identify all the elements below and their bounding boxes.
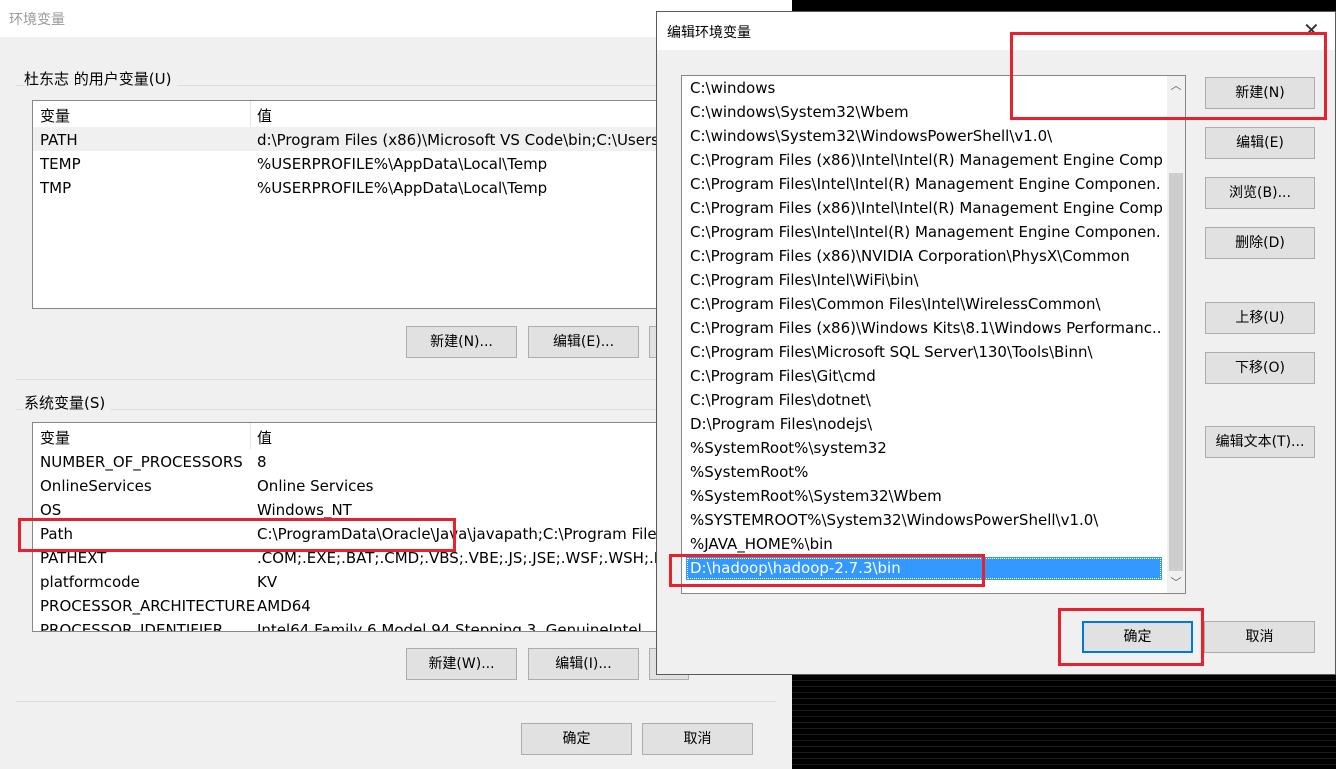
user-var-value: %USERPROFILE%\AppData\Local\Temp xyxy=(257,179,548,197)
user-var-name: TMP xyxy=(40,179,72,197)
path-entry[interactable]: %JAVA_HOME%\bin xyxy=(686,533,1162,556)
new-path-button[interactable]: 新建(N) xyxy=(1205,77,1315,109)
user-new-button[interactable]: 新建(N)... xyxy=(406,326,517,358)
user-col-variable[interactable]: 变量 xyxy=(40,105,70,126)
system-list-header: 变量 值 xyxy=(33,423,673,449)
env-ok-button[interactable]: 确定 xyxy=(521,723,632,755)
system-var-row[interactable]: NUMBER_OF_PROCESSORS 8 xyxy=(33,449,673,473)
system-var-value: 8 xyxy=(257,453,267,471)
edit-environment-variable-dialog: 编辑环境变量 ✕ C:\windows C:\windows\System32\W… xyxy=(656,11,1336,675)
system-var-row[interactable]: OnlineServices Online Services xyxy=(33,473,673,497)
path-entry[interactable]: C:\Program Files\Intel\Intel(R) Manageme… xyxy=(686,173,1162,196)
path-entry[interactable]: C:\Program Files (x86)\Intel\Intel(R) Ma… xyxy=(686,149,1162,172)
user-variables-label: 杜东志 的用户变量(U) xyxy=(24,68,178,89)
path-entry[interactable]: C:\Program Files\dotnet\ xyxy=(686,389,1162,412)
user-col-value[interactable]: 值 xyxy=(257,105,272,126)
path-entry[interactable]: D:\Program Files\nodejs\ xyxy=(686,413,1162,436)
system-var-row-path[interactable]: Path C:\ProgramData\Oracle\Java\javapath… xyxy=(33,521,673,545)
user-list-header: 变量 值 xyxy=(33,101,673,127)
system-var-row[interactable]: PATHEXT .COM;.EXE;.BAT;.CMD;.VBS;.VBE;.J… xyxy=(33,545,673,569)
system-var-name: platformcode xyxy=(40,573,140,591)
system-var-value: Online Services xyxy=(257,477,374,495)
path-entry[interactable]: C:\Program Files\Git\cmd xyxy=(686,365,1162,388)
dialog-titlebar[interactable]: 编辑环境变量 ✕ xyxy=(657,12,1335,50)
system-col-variable[interactable]: 变量 xyxy=(40,427,70,448)
path-entry[interactable]: C:\Program Files (x86)\Intel\Intel(R) Ma… xyxy=(686,197,1162,220)
dialog-ok-button[interactable]: 确定 xyxy=(1082,621,1193,653)
system-var-name: PATHEXT xyxy=(40,549,107,567)
system-var-value: Windows_NT xyxy=(257,501,352,519)
path-entry[interactable]: C:\Program Files (x86)\Windows Kits\8.1\… xyxy=(686,317,1162,340)
user-edit-button[interactable]: 编辑(E)... xyxy=(528,326,639,358)
user-var-value: d:\Program Files (x86)\Microsoft VS Code… xyxy=(257,131,665,149)
move-up-button[interactable]: 上移(U) xyxy=(1205,302,1315,334)
system-var-name: NUMBER_OF_PROCESSORS xyxy=(40,453,243,471)
path-entry[interactable]: %SystemRoot%\System32\Wbem xyxy=(686,485,1162,508)
path-entry[interactable]: C:\Program Files\Intel\WiFi\bin\ xyxy=(686,269,1162,292)
scroll-up-icon[interactable]: ︿ xyxy=(1167,76,1185,96)
scroll-down-icon[interactable]: ﹀ xyxy=(1167,573,1185,593)
edit-path-button[interactable]: 编辑(E) xyxy=(1205,127,1315,159)
user-var-row[interactable]: TMP %USERPROFILE%\AppData\Local\Temp xyxy=(33,175,673,199)
system-var-name: OS xyxy=(40,501,62,519)
path-entry[interactable]: %SystemRoot%\system32 xyxy=(686,437,1162,460)
system-variables-list[interactable]: 变量 值 NUMBER_OF_PROCESSORS 8 OnlineServic… xyxy=(32,422,674,632)
system-var-value: Intel64 Family 6 Model 94 Stepping 3, Ge… xyxy=(257,621,642,632)
dialog-title: 编辑环境变量 xyxy=(667,25,751,41)
system-edit-button[interactable]: 编辑(I)... xyxy=(528,648,639,680)
system-var-value: .COM;.EXE;.BAT;.CMD;.VBS;.VBE;.JS;.JSE;.… xyxy=(257,549,674,567)
close-icon[interactable]: ✕ xyxy=(1303,18,1320,42)
system-group-frame-bottom xyxy=(16,701,776,702)
system-var-row[interactable]: platformcode KV xyxy=(33,569,673,593)
system-var-value: KV xyxy=(257,573,278,591)
env-cancel-button[interactable]: 取消 xyxy=(642,723,753,755)
path-entries-list[interactable]: C:\windows C:\windows\System32\Wbem C:\win… xyxy=(681,75,1186,594)
delete-path-button[interactable]: 删除(D) xyxy=(1205,227,1315,259)
system-var-name: OnlineServices xyxy=(40,477,152,495)
path-entry[interactable]: %SYSTEMROOT%\System32\WindowsPowerShell\… xyxy=(686,509,1162,532)
system-new-button[interactable]: 新建(W)... xyxy=(406,648,517,680)
user-var-name: TEMP xyxy=(40,155,81,173)
system-var-name: Path xyxy=(40,525,73,543)
scrollbar-thumb[interactable] xyxy=(1169,173,1183,571)
vertical-scrollbar[interactable]: ︿ ﹀ xyxy=(1167,76,1185,593)
path-entry[interactable]: C:\Program Files\Intel\Intel(R) Manageme… xyxy=(686,221,1162,244)
browse-button[interactable]: 浏览(B)... xyxy=(1205,177,1315,209)
move-down-button[interactable]: 下移(O) xyxy=(1205,352,1315,384)
user-variables-list[interactable]: 变量 值 PATH d:\Program Files (x86)\Microso… xyxy=(32,100,674,309)
path-entry[interactable]: C:\Program Files\Microsoft SQL Server\13… xyxy=(686,341,1162,364)
path-entry[interactable]: C:\windows\System32\Wbem xyxy=(686,101,1162,124)
dialog-cancel-button[interactable]: 取消 xyxy=(1204,621,1315,653)
user-var-row[interactable]: PATH d:\Program Files (x86)\Microsoft VS… xyxy=(33,127,673,151)
path-entry[interactable]: C:\Program Files\Common Files\Intel\Wire… xyxy=(686,293,1162,316)
desktop-background xyxy=(792,675,1336,769)
system-col-value[interactable]: 值 xyxy=(257,427,272,448)
path-entry[interactable]: C:\windows\System32\WindowsPowerShell\v1… xyxy=(686,125,1162,148)
user-var-row[interactable]: TEMP %USERPROFILE%\AppData\Local\Temp xyxy=(33,151,673,175)
system-var-row[interactable]: OS Windows_NT xyxy=(33,497,673,521)
edit-text-button[interactable]: 编辑文本(T)... xyxy=(1205,426,1315,458)
path-entry[interactable]: %SystemRoot% xyxy=(686,461,1162,484)
system-variables-label: 系统变量(S) xyxy=(24,392,112,413)
system-var-row[interactable]: PROCESSOR_IDENTIFIER Intel64 Family 6 Mo… xyxy=(33,617,673,632)
column-divider[interactable] xyxy=(250,423,251,449)
system-var-value: C:\ProgramData\Oracle\Java\javapath;C:\P… xyxy=(257,525,665,543)
system-var-value: AMD64 xyxy=(257,597,311,615)
system-var-name: PROCESSOR_ARCHITECTURE xyxy=(40,597,256,615)
path-entry[interactable]: C:\Program Files (x86)\NVIDIA Corporatio… xyxy=(686,245,1162,268)
user-var-value: %USERPROFILE%\AppData\Local\Temp xyxy=(257,155,548,173)
user-var-name: PATH xyxy=(40,131,78,149)
path-entry[interactable]: C:\windows xyxy=(686,77,1162,100)
path-entry[interactable]: D:\hadoop\hadoop-2.7.3\bin xyxy=(686,557,1162,580)
system-var-row[interactable]: PROCESSOR_ARCHITECTURE AMD64 xyxy=(33,593,673,617)
column-divider[interactable] xyxy=(250,101,251,127)
env-window-title: 环境变量 xyxy=(9,12,65,28)
system-var-name: PROCESSOR_IDENTIFIER xyxy=(40,621,224,632)
